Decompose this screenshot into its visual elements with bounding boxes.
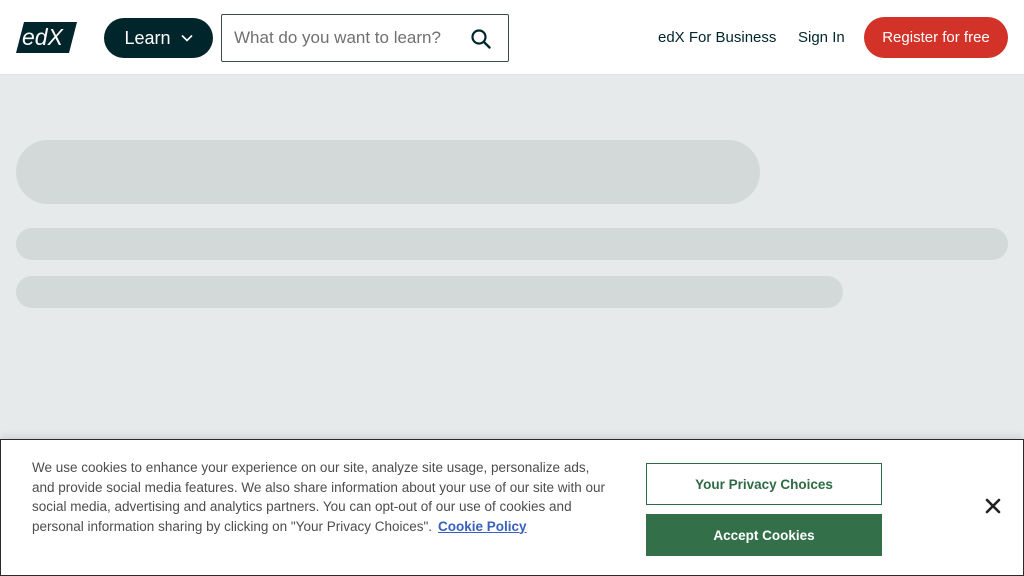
privacy-choices-button[interactable]: Your Privacy Choices [646, 463, 882, 505]
logo-text: edX [22, 24, 65, 50]
search-box [221, 14, 509, 62]
loading-placeholder-line [16, 276, 843, 308]
accept-cookies-button[interactable]: Accept Cookies [646, 514, 882, 556]
loading-placeholder-title [16, 140, 760, 204]
close-icon[interactable] [983, 496, 1003, 516]
edx-logo[interactable]: edX [16, 21, 77, 54]
learn-label: Learn [124, 27, 171, 48]
cookie-policy-link[interactable]: Cookie Policy [438, 519, 527, 534]
cookie-banner: We use cookies to enhance your experienc… [0, 439, 1024, 576]
for-business-link[interactable]: edX For Business [658, 29, 776, 46]
search-icon[interactable] [470, 28, 492, 50]
sign-in-link[interactable]: Sign In [798, 29, 845, 46]
learn-menu-button[interactable]: Learn [104, 18, 213, 58]
search-input[interactable] [234, 27, 454, 49]
chevron-down-icon [180, 34, 193, 42]
cookie-notice: We use cookies to enhance your experienc… [32, 458, 612, 536]
register-button[interactable]: Register for free [864, 17, 1008, 58]
site-header: edX Learn edX For Business Sign In Regis… [0, 0, 1024, 75]
loading-placeholder-line [16, 228, 1008, 260]
